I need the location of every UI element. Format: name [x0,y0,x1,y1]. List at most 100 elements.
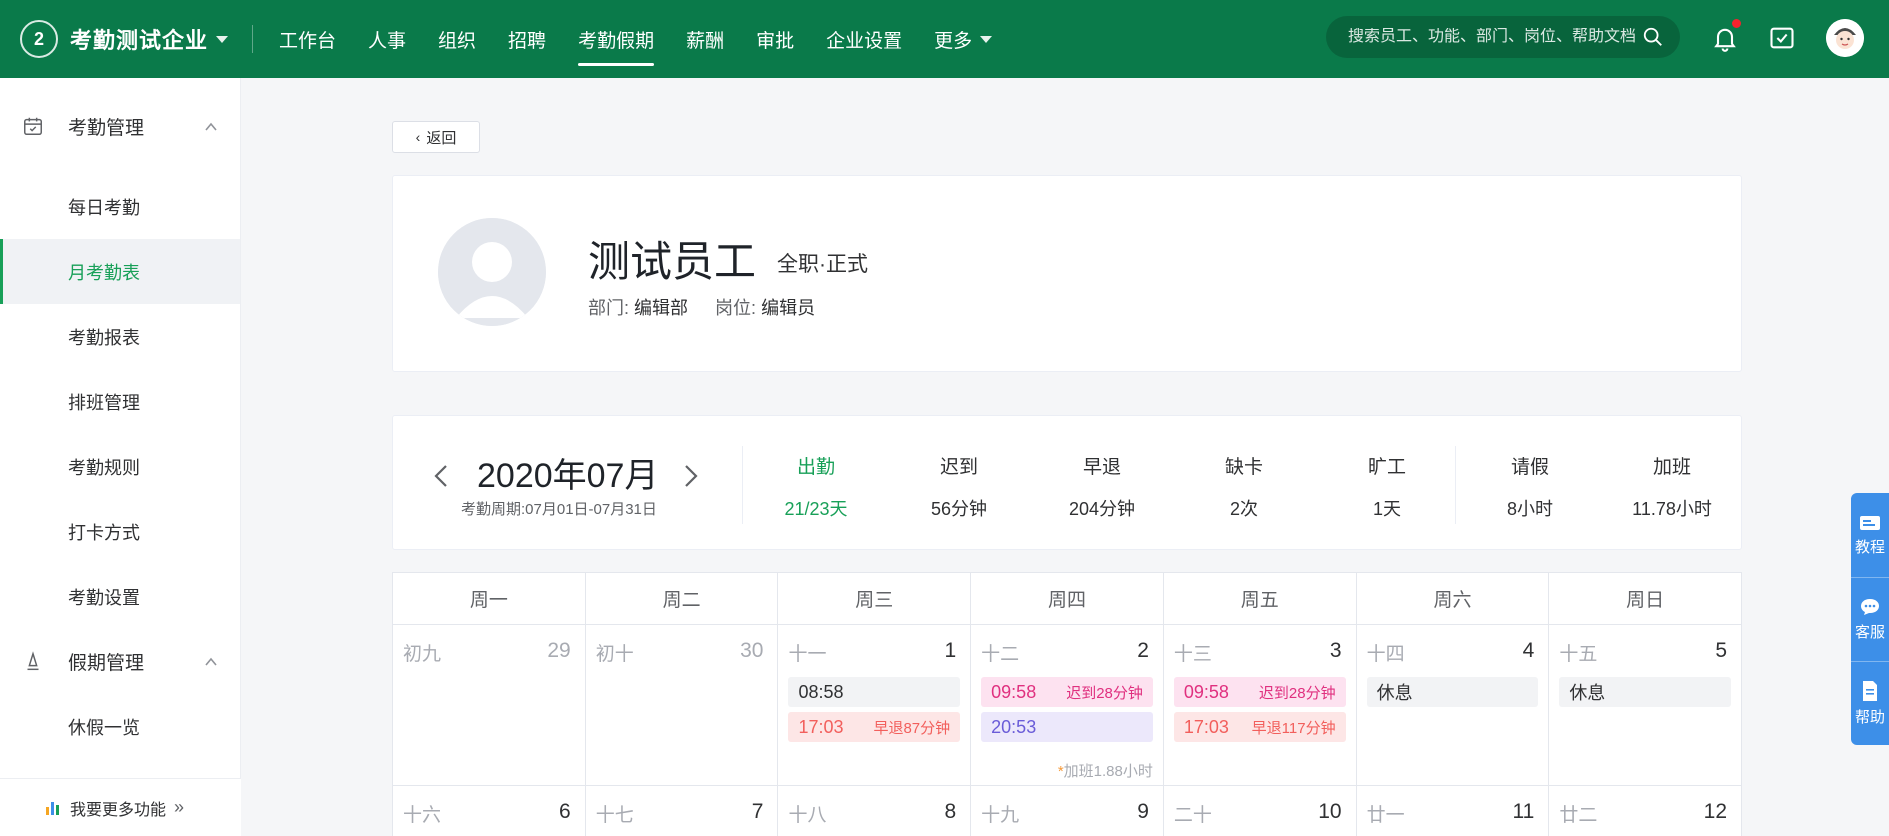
sidebar-item-shift-management[interactable]: 排班管理 [0,369,240,434]
calendar-day[interactable]: 十九 9 [971,786,1164,836]
stat-label: 出勤 [796,457,835,478]
company-switcher[interactable]: 2 考勤测试企业 [0,0,252,78]
nav-more[interactable]: 更多 [934,0,993,78]
divider [1455,446,1456,524]
calendar-day[interactable]: 廿一 11 [1357,786,1550,836]
attendance-summary: 2020年07月 考勤周期:07月01日-07月31日 出勤 21/23天 迟到 5… [392,415,1742,550]
clock-in-record[interactable]: 08:58 [788,677,961,707]
stat-label: 缺卡 [1224,457,1263,478]
calendar-day[interactable]: 初十 30 [585,625,779,786]
employee-name: 测试员工 [588,238,757,285]
calendar-day[interactable]: 十二 2 09:58 迟到28分钟 20:53 *加班1.88小时 [971,625,1164,786]
help-button[interactable]: 帮助 [1851,661,1889,745]
chevron-up-icon [205,122,217,131]
late-tag: 迟到28分钟 [1066,684,1143,702]
nav-approval[interactable]: 审批 [756,0,794,78]
tutorial-button[interactable]: 教程 [1851,493,1889,577]
sidebar-item-daily-attendance[interactable]: 每日考勤 [0,174,240,239]
nav-org[interactable]: 组织 [438,0,476,78]
clock-time: 20:53 [991,716,1037,737]
search-icon[interactable] [1642,26,1664,48]
stat-early-leave[interactable]: 早退 204分钟 [1042,452,1162,521]
early-leave-tag: 早退117分钟 [1251,719,1336,737]
help-label: 帮助 [1854,709,1885,726]
sidebar-group-attendance[interactable]: 考勤管理 [0,78,240,174]
tasks-button[interactable] [1764,20,1800,56]
calendar-day[interactable]: 二十 10 [1164,786,1357,836]
stat-leave[interactable]: 请假 8小时 [1470,452,1590,521]
customer-service-button[interactable]: 客服 [1851,577,1889,661]
user-avatar[interactable] [1826,19,1864,57]
calendar-day[interactable]: 十五 5 休息 [1549,625,1743,786]
task-check-icon [1770,27,1794,49]
chevron-up-icon [205,657,217,666]
back-button[interactable]: ‹ 返回 [392,121,480,153]
person-placeholder-icon [438,218,546,326]
nav-hr[interactable]: 人事 [368,0,406,78]
calendar-day[interactable]: 十七 7 [586,786,779,836]
lunar-date: 初九 [403,644,442,665]
stat-missing-punch[interactable]: 缺卡 2次 [1184,452,1304,521]
prev-month-button[interactable] [425,456,457,496]
divider [742,446,743,524]
user-avatar-icon [1826,19,1864,57]
stat-label: 早退 [1082,457,1121,478]
clock-out-record[interactable]: 17:03 早退87分钟 [788,712,961,742]
stat-absent[interactable]: 旷工 1天 [1327,452,1447,521]
employee-profile-card: 测试员工 全职·正式 部门: 编辑部 岗位: 编辑员 [392,175,1742,372]
sidebar-item-monthly-attendance[interactable]: 月考勤表 [0,239,240,304]
clock-in-record[interactable]: 09:58 迟到28分钟 [981,677,1153,707]
nav-settings[interactable]: 企业设置 [826,0,902,78]
month-title: 2020年07月 [477,457,659,495]
rest-label: 休息 [1569,683,1606,703]
notifications-button[interactable] [1707,17,1743,56]
calendar-day[interactable]: 廿二 12 [1549,786,1743,836]
sidebar-item-attendance-settings[interactable]: 考勤设置 [0,564,240,629]
calendar-day[interactable]: 十八 8 [778,786,972,836]
chat-icon [1861,599,1879,615]
app-logo: 2 [20,20,58,58]
top-navbar: 2 考勤测试企业 工作台 人事 组织 招聘 考勤假期 薪酬 审批 企业设置 更多 [0,0,1889,78]
sidebar-item-leave-overview[interactable]: 休假一览 [0,694,240,759]
clock-in-record[interactable]: 09:58 迟到28分钟 [1173,677,1346,707]
sidebar-item-attendance-rules[interactable]: 考勤规则 [0,434,240,499]
employee-avatar [438,218,546,326]
stat-overtime[interactable]: 加班 11.78小时 [1612,452,1732,521]
notification-badge [1730,17,1743,30]
nav-attendance[interactable]: 考勤假期 [578,0,655,78]
weekday-wed: 周三 [778,573,972,625]
more-features-label: 我要更多功能 [70,801,167,819]
calendar-day[interactable]: 十三 3 09:58 迟到28分钟 17:03 早退117分钟 [1163,625,1357,786]
company-name: 考勤测试企业 [70,28,209,53]
chevron-right-icon [685,465,698,487]
nav-recruit[interactable]: 招聘 [508,0,546,78]
next-month-button[interactable] [675,456,707,496]
nav-salary[interactable]: 薪酬 [686,0,724,78]
more-features-link[interactable]: 我要更多功能 » [0,778,241,836]
stat-late[interactable]: 迟到 56分钟 [899,452,1019,521]
leave-icon [27,650,39,670]
clock-time: 17:03 [798,716,844,737]
stat-value: 8小时 [1506,499,1553,519]
calendar-day[interactable]: 十四 4 休息 [1356,625,1550,786]
clock-time: 09:58 [991,681,1037,702]
sidebar-item-clock-in-methods[interactable]: 打卡方式 [0,499,240,564]
weekday-mon: 周一 [393,573,586,625]
calendar-day[interactable]: 十一 1 08:58 17:03 早退87分钟 [778,625,972,786]
search-input[interactable] [1348,28,1638,46]
calendar-day[interactable]: 初九 29 [393,625,586,786]
lunar-date: 廿一 [1366,805,1405,826]
clock-time: 08:58 [798,681,844,702]
calendar-day[interactable]: 十六 6 [393,786,586,836]
post-value: 编辑员 [761,298,816,318]
sidebar-group-label: 假期管理 [68,653,145,674]
sidebar-group-leave[interactable]: 假期管理 [0,629,240,694]
clock-out-record[interactable]: 17:03 早退117分钟 [1173,712,1346,742]
clock-out-record[interactable]: 20:53 [981,712,1153,742]
sidebar-group-label: 考勤管理 [68,117,145,139]
sidebar-item-attendance-report[interactable]: 考勤报表 [0,304,240,369]
stat-present[interactable]: 出勤 21/23天 [756,452,876,521]
bar-chart-icon [46,801,59,815]
nav-workbench[interactable]: 工作台 [279,0,336,78]
lunar-date: 十四 [1366,644,1405,665]
